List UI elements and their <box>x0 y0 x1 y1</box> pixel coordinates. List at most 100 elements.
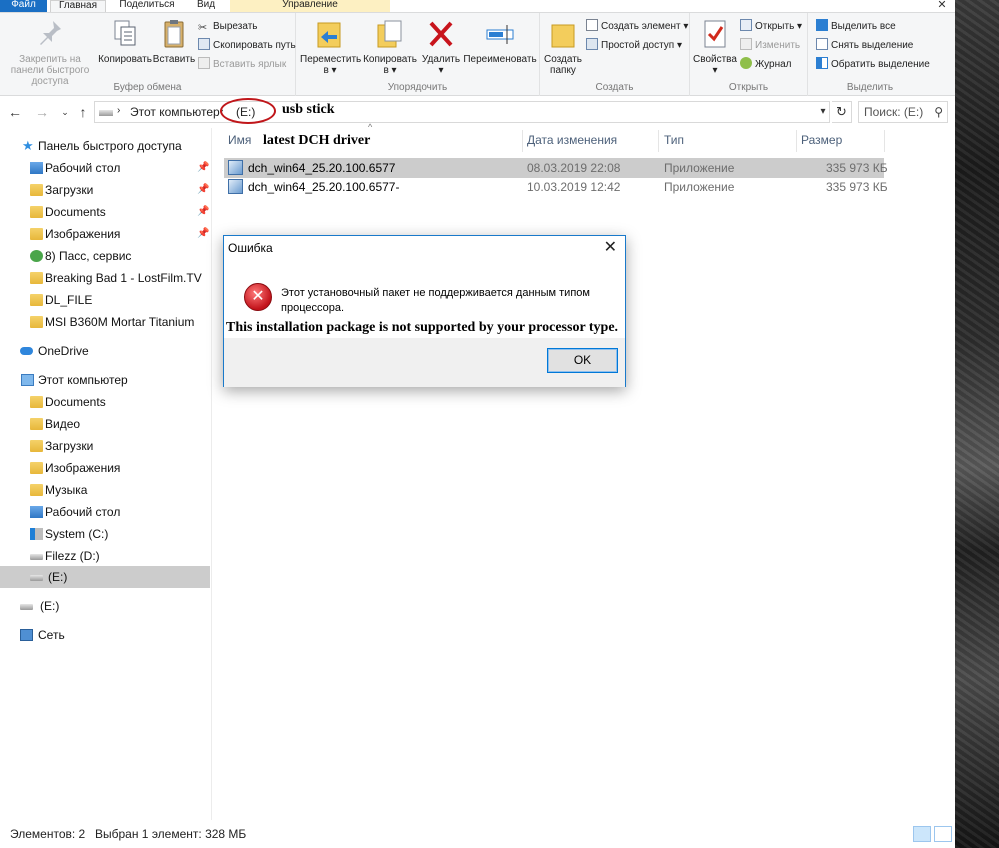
refresh-icon[interactable]: ↻ <box>832 101 852 123</box>
nav-pc-video[interactable]: Видео <box>0 413 210 435</box>
nav-pc-filezz-d[interactable]: Filezz (D:) <box>0 545 210 567</box>
folder-icon <box>30 316 43 328</box>
nav-item-msi[interactable]: MSI B360M Mortar Titanium <box>0 311 210 333</box>
breadcrumb-chevron-icon: › <box>117 105 121 116</box>
tab-home[interactable]: Главная <box>50 0 106 12</box>
column-header-size[interactable]: Размер <box>801 128 842 152</box>
back-arrow-icon[interactable]: ← <box>6 102 24 122</box>
rename-icon <box>486 25 514 44</box>
edit-button[interactable]: Изменить <box>740 38 800 54</box>
close-icon[interactable]: ✕ <box>604 237 617 257</box>
rename-button[interactable]: Переименовать <box>462 17 538 65</box>
ribbon: Закрепить на панели быстрого доступа Коп… <box>0 12 955 96</box>
nav-pc-drive-e[interactable]: (E:) <box>0 566 210 588</box>
table-row[interactable]: dch_win64_25.20.100.6577 08.03.2019 22:0… <box>224 158 888 178</box>
history-button[interactable]: Журнал <box>740 57 792 73</box>
group-label-clipboard: Буфер обмена <box>113 82 182 93</box>
group-label-organize: Упорядочить <box>387 82 448 93</box>
new-folder-button[interactable]: Создать папку <box>542 17 584 76</box>
dialog-footer: OK <box>224 338 625 387</box>
usb-drive-icon <box>20 604 33 610</box>
tab-manage[interactable]: Управление <box>230 0 390 12</box>
close-window-icon[interactable]: ✕ <box>929 0 955 12</box>
tab-view[interactable]: Вид <box>188 0 224 12</box>
nav-network[interactable]: Сеть <box>0 624 210 646</box>
system-drive-icon <box>30 528 43 540</box>
nav-pc-documents[interactable]: Documents <box>0 391 210 413</box>
copy-icon <box>114 20 136 46</box>
column-divider[interactable] <box>522 130 523 152</box>
documents-folder-icon <box>30 206 43 218</box>
search-input[interactable]: Поиск: (E:) ⚲ <box>858 101 948 123</box>
column-divider[interactable] <box>658 130 659 152</box>
ok-button[interactable]: OK <box>547 348 618 373</box>
nav-item-dl-file[interactable]: DL_FILE <box>0 289 210 311</box>
annotation-oval <box>220 98 276 124</box>
breadcrumb-this-pc[interactable]: Этот компьютер <box>130 105 220 119</box>
select-all-button[interactable]: Выделить все <box>816 19 896 35</box>
forward-arrow-icon[interactable]: → <box>33 102 51 122</box>
nav-item-pictures[interactable]: Изображения 📌 <box>0 223 210 245</box>
scissors-icon: ✂ <box>198 22 208 34</box>
move-to-button[interactable]: Переместить в ▾ <box>300 17 361 76</box>
nav-drive-e[interactable]: (E:) <box>0 595 210 617</box>
pin-quick-access-button[interactable]: Закрепить на панели быстрого доступа <box>2 17 98 87</box>
large-icons-view-icon[interactable] <box>934 826 952 842</box>
new-item-button[interactable]: Создать элемент ▾ <box>586 19 688 35</box>
column-divider[interactable] <box>884 130 885 152</box>
properties-button[interactable]: Свойства ▾ <box>692 17 738 76</box>
computer-icon <box>21 374 34 386</box>
up-arrow-icon[interactable]: ↑ <box>74 102 92 122</box>
nav-this-pc[interactable]: Этот компьютер <box>0 369 210 391</box>
nav-item-downloads[interactable]: Загрузки 📌 <box>0 179 210 201</box>
nav-pc-downloads[interactable]: Загрузки <box>0 435 210 457</box>
address-bar[interactable]: › Этот компьютер › (E:) <box>94 101 830 123</box>
dialog-title: Ошибка <box>228 241 273 255</box>
copy-button[interactable]: Копировать <box>98 17 152 65</box>
copy-folder-icon <box>377 20 402 48</box>
address-row: ← → ⌄ ↑ › Этот компьютер › (E:) ▾ ↻ Поис… <box>0 100 955 124</box>
column-divider[interactable] <box>796 130 797 152</box>
select-all-icon <box>816 19 828 31</box>
history-icon <box>740 57 752 69</box>
tab-share[interactable]: Поделиться <box>110 0 184 12</box>
nav-quick-access[interactable]: ★ Панель быстрого доступа <box>0 135 210 157</box>
details-view-icon[interactable] <box>913 826 931 842</box>
nav-pc-music[interactable]: Музыка <box>0 479 210 501</box>
nav-onedrive[interactable]: OneDrive <box>0 340 210 362</box>
shortcut-icon <box>30 250 43 262</box>
paste-shortcut-button[interactable]: Вставить ярлык <box>198 57 286 73</box>
nav-item-breaking-bad[interactable]: Breaking Bad 1 - LostFilm.TV <box>0 267 210 289</box>
column-header-date[interactable]: Дата изменения <box>527 128 617 152</box>
nav-item-documents[interactable]: Documents 📌 <box>0 201 210 223</box>
network-icon <box>20 629 33 641</box>
open-button[interactable]: Открыть ▾ <box>740 19 802 35</box>
cut-button[interactable]: ✂ Вырезать <box>198 19 257 35</box>
installer-app-icon <box>228 179 243 194</box>
nav-item-pass-service[interactable]: 8) Пасс, сервис <box>0 245 210 267</box>
select-none-icon <box>816 38 828 50</box>
paste-button[interactable]: Вставить <box>152 17 196 65</box>
nav-item-desktop[interactable]: Рабочий стол 📌 <box>0 157 210 179</box>
drive-icon <box>30 554 43 560</box>
table-row[interactable]: dch_win64_25.20.100.6577- 10.03.2019 12:… <box>224 177 888 197</box>
properties-icon <box>704 20 726 48</box>
easy-access-button[interactable]: Простой доступ ▾ <box>586 38 682 54</box>
status-bar: Элементов: 2 Выбран 1 элемент: 328 МБ <box>0 820 955 848</box>
nav-pc-system-c[interactable]: System (C:) <box>0 523 210 545</box>
status-item-count: Элементов: 2 <box>10 827 86 841</box>
select-none-button[interactable]: Снять выделение <box>816 38 913 54</box>
column-header-name[interactable]: Имя <box>228 128 251 152</box>
column-header-type[interactable]: Тип <box>664 128 684 152</box>
tab-file[interactable]: Файл <box>0 0 47 12</box>
group-open: Свойства ▾ Открыть ▾ Изменить Журнал Откр… <box>690 13 808 96</box>
delete-button[interactable]: Удалить ▾ <box>420 17 462 76</box>
nav-pc-pictures[interactable]: Изображения <box>0 457 210 479</box>
address-dropdown-icon[interactable]: ▾ <box>816 101 830 123</box>
installer-app-icon <box>228 160 243 175</box>
recent-dropdown-icon[interactable]: ⌄ <box>56 102 74 122</box>
nav-pc-desktop[interactable]: Рабочий стол <box>0 501 210 523</box>
invert-selection-button[interactable]: Обратить выделение <box>816 57 930 73</box>
copy-path-button[interactable]: Скопировать путь <box>198 38 296 54</box>
copy-to-button[interactable]: Копировать в ▾ <box>360 17 420 76</box>
